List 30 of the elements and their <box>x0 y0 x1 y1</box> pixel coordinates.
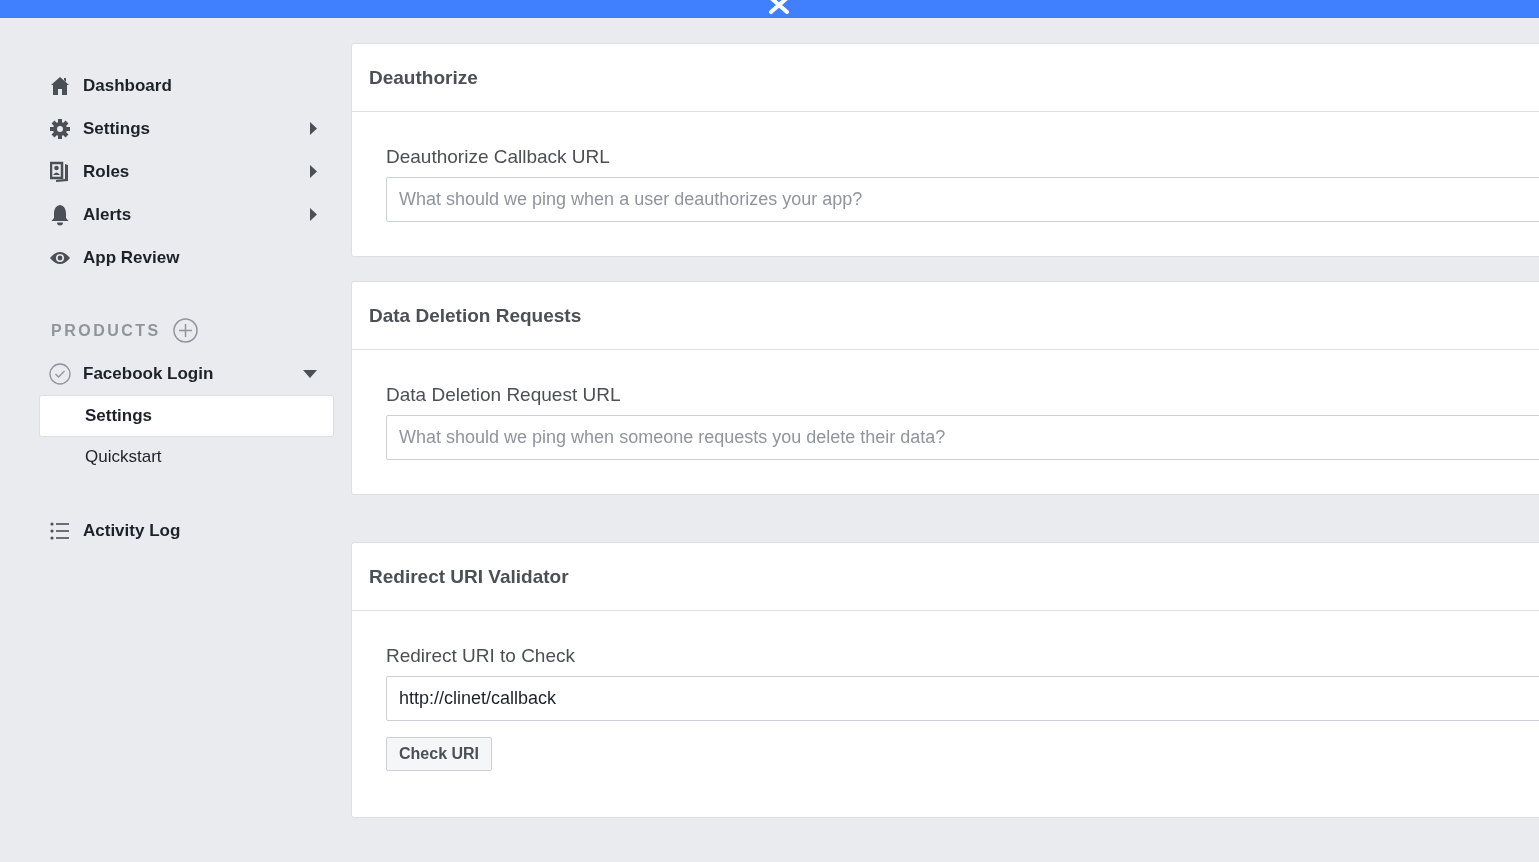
sidebar-item[interactable]: Activity Log <box>40 509 333 552</box>
close-icon[interactable] <box>767 0 790 14</box>
check-circle-icon <box>49 362 71 385</box>
field-label: Data Deletion Request URL <box>386 384 621 406</box>
caret-down-icon <box>303 369 317 378</box>
sidebar-subitem[interactable]: Settings <box>40 396 333 436</box>
url-field[interactable]: http://clinet/callback <box>386 676 1539 721</box>
field-label: Redirect URI to Check <box>386 645 575 667</box>
gear-icon <box>49 117 71 140</box>
card-title: Data Deletion Requests <box>369 304 582 327</box>
section-heading: PRODUCTS <box>51 321 161 340</box>
sidebar-item[interactable]: App Review <box>40 236 333 279</box>
sidebar-item[interactable]: Alerts <box>40 193 333 236</box>
card-title: Deauthorize <box>369 66 478 89</box>
id-badge-icon <box>50 160 70 183</box>
list-icon <box>50 521 70 540</box>
card-title: Redirect URI Validator <box>369 565 569 588</box>
url-field[interactable]: What should we ping when someone requests you delete their data? <box>386 415 1539 460</box>
sidebar-subitem[interactable]: Quickstart <box>40 437 333 477</box>
add-icon[interactable] <box>172 318 198 343</box>
field-label: Deauthorize Callback URL <box>386 146 610 168</box>
home-icon <box>50 75 70 96</box>
sidebar-item[interactable]: Settings <box>40 107 333 150</box>
sidebar-item[interactable]: Facebook Login <box>40 352 333 395</box>
bell-icon <box>50 203 70 226</box>
check-uri-button[interactable]: Check URI <box>386 737 493 771</box>
eye-icon <box>49 249 71 266</box>
sidebar-item[interactable]: Roles <box>40 150 333 193</box>
sidebar-item[interactable]: Dashboard <box>40 64 333 107</box>
url-field[interactable]: What should we ping when a user deauthorizes your app? <box>386 177 1539 222</box>
